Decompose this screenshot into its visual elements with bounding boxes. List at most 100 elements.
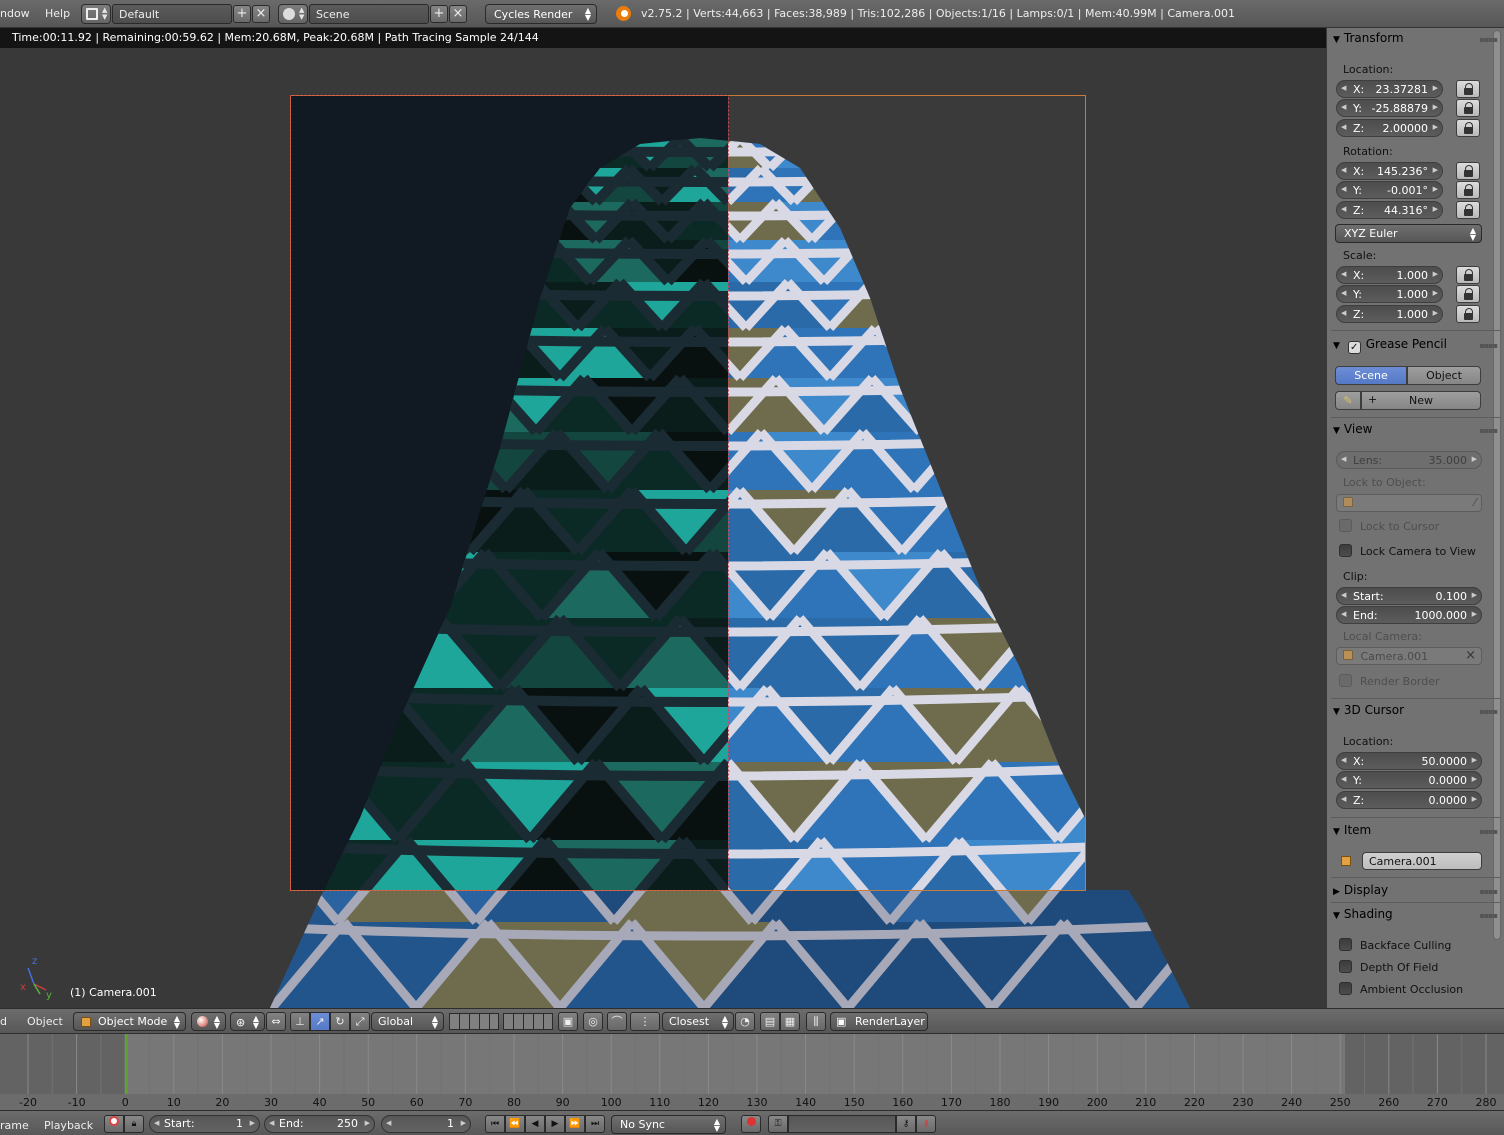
- clip-start-field[interactable]: ◀ Start: 0.100 ▶: [1336, 587, 1482, 605]
- scale-y-field[interactable]: ◀ Y: 1.000 ▶: [1336, 285, 1443, 303]
- panel-header-item[interactable]: ▼ Item ▪▪▪▪: [1333, 823, 1498, 843]
- lock-camera-to-view-checkbox[interactable]: [1339, 544, 1352, 557]
- screen-layout-selector[interactable]: ▲ ▼: [81, 4, 111, 24]
- checkbox-checked-icon[interactable]: ✓: [1347, 341, 1361, 354]
- delete-layout-button[interactable]: ×: [252, 5, 270, 23]
- timeline-editor[interactable]: -20 -10 0 10 20 30 40 50 60 70 80 90 100 110 120 130 140…: [0, 1034, 1504, 1110]
- scene-selector[interactable]: ▲ ▼: [278, 4, 308, 24]
- drag-grip-icon[interactable]: ▪▪▪▪: [1479, 426, 1498, 435]
- drag-grip-icon[interactable]: ▪▪▪▪: [1479, 827, 1498, 836]
- add-layout-button[interactable]: +: [233, 5, 251, 23]
- delete-keyframe-icon[interactable]: ⚷: [916, 1115, 936, 1133]
- rotate-manipulator-icon[interactable]: ↻: [330, 1012, 350, 1031]
- jump-end-icon[interactable]: ⏭: [585, 1115, 605, 1133]
- rotation-y-field[interactable]: ◀ Y: -0.001° ▶: [1336, 181, 1443, 199]
- pivot-point-dropdown[interactable]: ⊛ ▲ ▼: [230, 1012, 265, 1031]
- lock-location-z-icon[interactable]: [1456, 119, 1480, 137]
- lock-scale-y-icon[interactable]: [1456, 285, 1480, 303]
- local-camera-field[interactable]: Camera.001 ×: [1336, 647, 1482, 665]
- lock-to-cursor-checkbox[interactable]: [1339, 519, 1352, 532]
- drag-grip-icon[interactable]: ▪▪▪▪: [1479, 35, 1498, 44]
- location-y-field[interactable]: ◀ Y: -25.88879 ▶: [1336, 99, 1443, 117]
- pin-render-icon[interactable]: ⫼: [806, 1012, 826, 1031]
- panel-header-view[interactable]: ▼ View ▪▪▪▪: [1333, 422, 1498, 442]
- eyedropper-icon[interactable]: ⁄: [1474, 496, 1476, 509]
- play-icon[interactable]: ▶: [545, 1115, 565, 1133]
- lock-rotation-x-icon[interactable]: [1456, 162, 1480, 180]
- translate-manipulator-icon[interactable]: ↗: [310, 1012, 330, 1031]
- lock-object-field[interactable]: ⁄: [1336, 494, 1482, 512]
- panel-header-grease-pencil[interactable]: ▼ ✓ Grease Pencil ▪▪▪▪: [1333, 337, 1498, 357]
- rotation-x-field[interactable]: ◀ X: 145.236° ▶: [1336, 162, 1443, 180]
- manipulator-icon[interactable]: ⊥: [290, 1012, 310, 1031]
- panel-header-shading[interactable]: ▼ Shading ▪▪▪▪: [1333, 907, 1498, 927]
- manipulator-toggle-icon[interactable]: ⇔: [266, 1012, 286, 1031]
- jump-keyframe-forward-icon[interactable]: ⏩: [565, 1115, 585, 1133]
- clip-end-field[interactable]: ◀ End: 1000.000 ▶: [1336, 606, 1482, 624]
- render-engine-dropdown[interactable]: Cycles Render ▲ ▼: [485, 4, 597, 24]
- menu-window[interactable]: ndow: [0, 7, 30, 20]
- scale-x-field[interactable]: ◀ X: 1.000 ▶: [1336, 266, 1443, 284]
- proportional-editing-icon[interactable]: ◎: [583, 1012, 603, 1031]
- menu-help[interactable]: Help: [45, 7, 70, 20]
- snap-target-dropdown[interactable]: Closest ▲ ▼: [662, 1012, 734, 1031]
- menu-view[interactable]: d: [0, 1015, 7, 1028]
- layout-name-field[interactable]: Default: [112, 4, 232, 24]
- drag-grip-icon[interactable]: ▪▪▪▪: [1479, 887, 1498, 896]
- menu-frame[interactable]: rame: [0, 1119, 29, 1132]
- keying-set-icon[interactable]: ⚿: [768, 1115, 788, 1133]
- depth-of-field-checkbox[interactable]: [1339, 960, 1352, 973]
- insert-keyframe-icon[interactable]: ⚷: [896, 1115, 916, 1133]
- keying-set-field[interactable]: [788, 1115, 896, 1133]
- grease-pencil-object-tab[interactable]: Object: [1407, 366, 1481, 385]
- delete-scene-button[interactable]: ×: [449, 5, 467, 23]
- scale-z-field[interactable]: ◀ Z: 1.000 ▶: [1336, 305, 1443, 323]
- location-z-field[interactable]: ◀ Z: 2.00000 ▶: [1336, 119, 1443, 137]
- layer-buttons-group-2[interactable]: [503, 1013, 553, 1030]
- menu-playback[interactable]: Playback: [44, 1119, 93, 1132]
- lock-rotation-z-icon[interactable]: [1456, 201, 1480, 219]
- location-x-field[interactable]: ◀ X: 23.37281 ▶: [1336, 80, 1443, 98]
- interaction-mode-dropdown[interactable]: Object Mode ▲ ▼: [73, 1012, 186, 1031]
- sync-mode-dropdown[interactable]: No Sync ▲ ▼: [611, 1115, 726, 1134]
- viewport-shading-dropdown[interactable]: ▲ ▼: [191, 1012, 226, 1031]
- play-reverse-icon[interactable]: ◀: [525, 1115, 545, 1133]
- menu-object[interactable]: Object: [27, 1015, 63, 1028]
- lock-scale-z-icon[interactable]: [1456, 305, 1480, 323]
- drag-grip-icon[interactable]: ▪▪▪▪: [1479, 911, 1498, 920]
- frame-end-field[interactable]: ◀ End: 250 ▶: [264, 1115, 375, 1133]
- lock-rotation-y-icon[interactable]: [1456, 181, 1480, 199]
- add-scene-button[interactable]: +: [430, 5, 448, 23]
- drag-grip-icon[interactable]: ▪▪▪▪: [1479, 341, 1498, 350]
- panel-scrollbar[interactable]: [1493, 30, 1501, 940]
- record-icon[interactable]: [741, 1115, 761, 1133]
- rotation-mode-dropdown[interactable]: XYZ Euler ▲ ▼: [1335, 224, 1482, 243]
- panel-header-transform[interactable]: ▼ Transform ▪▪▪▪: [1333, 31, 1498, 51]
- auto-keying-icon[interactable]: [104, 1115, 124, 1133]
- render-layer-dropdown[interactable]: ▣ RenderLayer: [830, 1012, 928, 1031]
- lock-scale-x-icon[interactable]: [1456, 266, 1480, 284]
- timeline-ruler[interactable]: -20 -10 0 10 20 30 40 50 60 70 80 90 100 110 120 130 140…: [0, 1034, 1504, 1110]
- drag-grip-icon[interactable]: ▪▪▪▪: [1479, 707, 1498, 716]
- snap-align-icon[interactable]: ◔: [735, 1012, 755, 1031]
- scale-manipulator-icon[interactable]: ⤢: [350, 1012, 370, 1031]
- close-icon[interactable]: ×: [1465, 648, 1476, 663]
- cursor-z-field[interactable]: ◀ Z: 0.0000 ▶: [1336, 791, 1482, 809]
- transform-orientation-dropdown[interactable]: Global ▲ ▼: [371, 1012, 444, 1031]
- frame-start-field[interactable]: ◀ Start: 1 ▶: [149, 1115, 260, 1133]
- ambient-occlusion-checkbox[interactable]: [1339, 982, 1352, 995]
- new-grease-pencil-button[interactable]: + New: [1361, 391, 1481, 410]
- cursor-y-field[interactable]: ◀ Y: 0.0000 ▶: [1336, 771, 1482, 789]
- lock-layers-icon[interactable]: ▣: [558, 1012, 578, 1031]
- panel-header-3d-cursor[interactable]: ▼ 3D Cursor ▪▪▪▪: [1333, 703, 1498, 723]
- lens-field[interactable]: ◀ Lens: 35.000 ▶: [1336, 451, 1482, 469]
- render-animation-icon[interactable]: ▦: [780, 1012, 800, 1031]
- render-still-icon[interactable]: ▤: [760, 1012, 780, 1031]
- rotation-z-field[interactable]: ◀ Z: 44.316° ▶: [1336, 201, 1443, 219]
- lock-location-x-icon[interactable]: [1456, 80, 1480, 98]
- 3d-viewport[interactable]: Time:00:11.92 | Remaining:00:59.62 | Mem…: [0, 28, 1326, 1008]
- cursor-x-field[interactable]: ◀ X: 50.0000 ▶: [1336, 752, 1482, 770]
- snap-element-icon[interactable]: ⋮: [630, 1012, 660, 1031]
- grease-pencil-browse-button[interactable]: ✎: [1335, 391, 1361, 410]
- snap-toggle-icon[interactable]: ⌒: [607, 1012, 627, 1031]
